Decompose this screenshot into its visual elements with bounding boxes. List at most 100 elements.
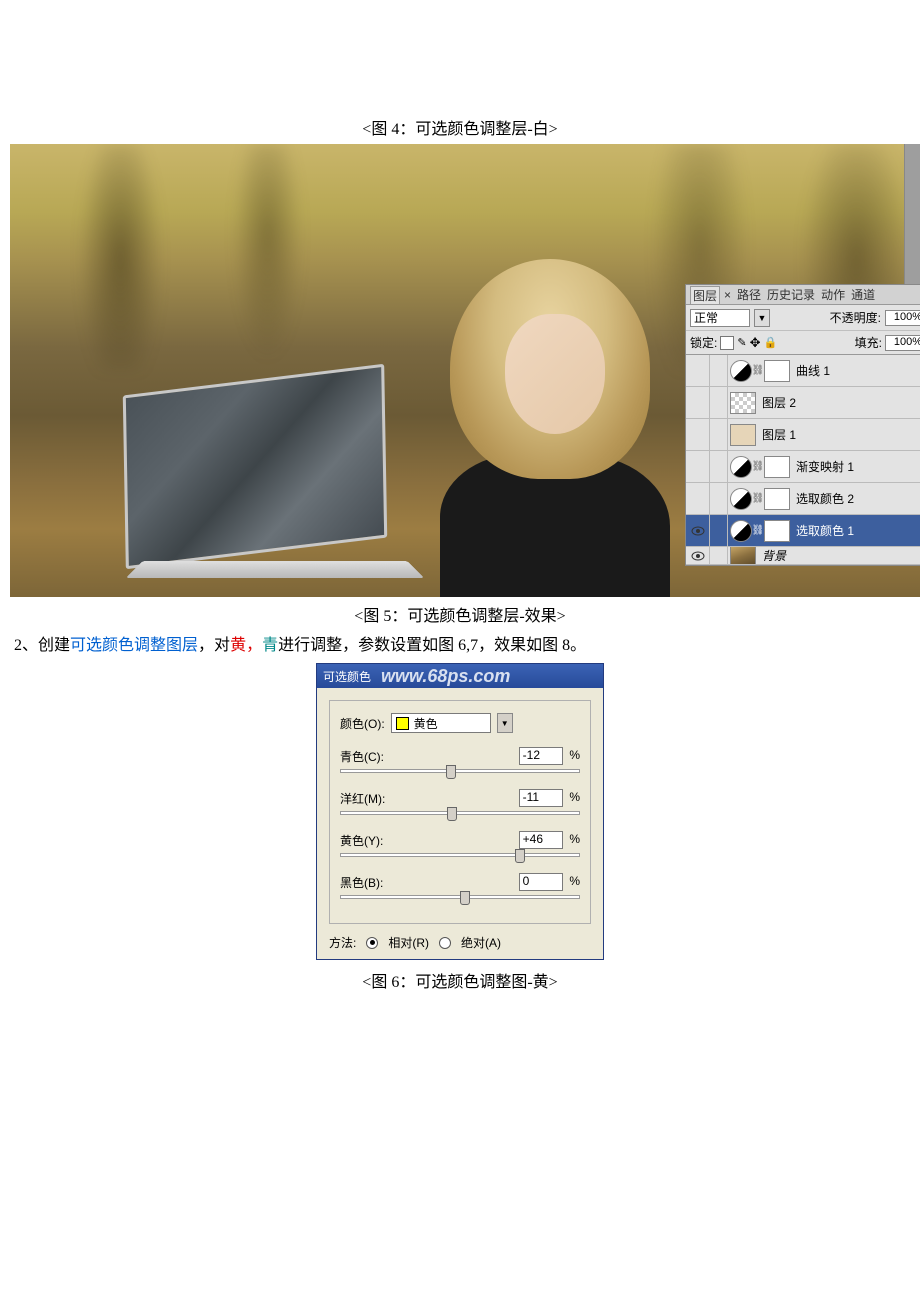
adjustment-icon	[730, 520, 752, 542]
visibility-toggle[interactable]	[686, 419, 710, 451]
lock-label: 锁定:	[690, 334, 717, 351]
radio-absolute[interactable]	[439, 937, 451, 949]
cyan-slider[interactable]	[340, 769, 580, 773]
layer-name[interactable]: 图层 2	[758, 394, 920, 411]
adjustment-icon	[730, 456, 752, 478]
lock-all-icon[interactable]: 🔒	[763, 336, 777, 349]
layer-name[interactable]: 曲线 1	[792, 362, 920, 379]
lock-fill-row: 锁定: ✎ ✥ 🔒 填充: 100%	[686, 331, 920, 355]
blend-dropdown-icon[interactable]: ▼	[754, 309, 770, 327]
visibility-toggle[interactable]	[686, 547, 710, 565]
radio-relative[interactable]	[366, 937, 378, 949]
layer-mask-thumb[interactable]	[764, 520, 790, 542]
layer-row-selcolor2[interactable]: ⛓ 选取颜色 2	[686, 483, 920, 515]
visibility-toggle[interactable]	[686, 483, 710, 515]
dialog-watermark: www.68ps.com	[381, 666, 510, 687]
pct: %	[569, 874, 580, 888]
pct: %	[569, 748, 580, 762]
eye-icon	[691, 551, 705, 561]
method-row: 方法: 相对(R) 绝对(A)	[329, 934, 591, 951]
layer-thumb[interactable]	[730, 392, 756, 414]
panel-tabs: 图层 × 路径 历史记录 动作 通道	[686, 285, 920, 305]
visibility-toggle[interactable]	[686, 355, 710, 387]
layer-thumb[interactable]	[730, 547, 756, 565]
blend-mode-select[interactable]: 正常	[690, 309, 750, 327]
blend-opacity-row: 正常 ▼ 不透明度: 100%	[686, 305, 920, 331]
slider-thumb-icon[interactable]	[460, 891, 470, 905]
mask-link-icon: ⛓	[754, 520, 762, 542]
slider-thumb-icon[interactable]	[446, 765, 456, 779]
black-label: 黑色(B):	[340, 874, 383, 891]
tab-paths[interactable]: 路径	[735, 286, 763, 303]
color-value: 黄色	[414, 715, 438, 732]
step-m2: 进行调整，参数设置如图 6,7，效果如图 8。	[278, 637, 586, 654]
relative-label: 相对(R)	[388, 934, 429, 951]
cyan-slider-group: 青色(C): -12 %	[340, 747, 580, 773]
color-label: 颜色(O):	[340, 715, 385, 732]
visibility-toggle[interactable]	[686, 515, 710, 547]
layers-panel: 图层 × 路径 历史记录 动作 通道 正常 ▼ 不透明度: 100% 锁定: ✎…	[685, 284, 920, 566]
yellow-label: 黄色(Y):	[340, 832, 383, 849]
layer-mask-thumb[interactable]	[764, 456, 790, 478]
cyan-label: 青色(C):	[340, 748, 384, 765]
result-figure: www.68ps.com 图层 × 路径 历史记录 动作 通道 正常 ▼ 不透明…	[10, 144, 920, 597]
magenta-input[interactable]: -11	[519, 789, 563, 807]
layer-name[interactable]: 图层 1	[758, 426, 920, 443]
color-select-row: 颜色(O): 黄色 ▼	[340, 713, 580, 733]
yellow-slider-group: 黄色(Y): +46 %	[340, 831, 580, 857]
figure-5-caption: <图 5：可选颜色调整层-效果>	[10, 602, 910, 626]
lock-brush-icon[interactable]: ✎	[737, 336, 746, 349]
visibility-toggle[interactable]	[686, 451, 710, 483]
slider-thumb-icon[interactable]	[447, 807, 457, 821]
layer-name[interactable]: 背景	[758, 547, 920, 564]
layer-row-background[interactable]: 背景	[686, 547, 920, 565]
lock-transparent-icon[interactable]	[720, 336, 734, 350]
layer-mask-thumb[interactable]	[764, 360, 790, 382]
opacity-input[interactable]: 100%	[885, 310, 920, 326]
layer-row-layer2[interactable]: 图层 2	[686, 387, 920, 419]
slider-thumb-icon[interactable]	[515, 849, 525, 863]
pct: %	[569, 790, 580, 804]
tab-channels[interactable]: 通道	[849, 286, 877, 303]
dropdown-arrow-icon[interactable]: ▼	[497, 713, 513, 733]
color-dropdown[interactable]: 黄色	[391, 713, 491, 733]
magenta-label: 洋红(M):	[340, 790, 385, 807]
mask-link-icon: ⛓	[754, 488, 762, 510]
figure-4-caption: <图 4：可选颜色调整层-白>	[10, 115, 910, 139]
layer-row-layer1[interactable]: 图层 1	[686, 419, 920, 451]
mask-link-icon: ⛓	[754, 456, 762, 478]
layer-name[interactable]: 渐变映射 1	[792, 458, 920, 475]
yellow-slider[interactable]	[340, 853, 580, 857]
visibility-toggle[interactable]	[686, 387, 710, 419]
layer-row-curves1[interactable]: ⛓ 曲线 1	[686, 355, 920, 387]
tab-actions[interactable]: 动作	[819, 286, 847, 303]
layer-row-gradmap1[interactable]: ⛓ 渐变映射 1	[686, 451, 920, 483]
adjustment-icon	[730, 488, 752, 510]
photo-laptop	[125, 379, 415, 584]
step-number: 2、	[14, 637, 38, 654]
cyan-input[interactable]: -12	[519, 747, 563, 765]
tab-layers[interactable]: 图层	[690, 286, 720, 304]
selective-color-dialog: 可选颜色 www.68ps.com 颜色(O): 黄色 ▼ 青色(C): -12…	[316, 663, 604, 960]
layer-thumb[interactable]	[730, 424, 756, 446]
figure-6-caption: <图 6：可选颜色调整图-黄>	[10, 968, 910, 992]
step-m1: ，对	[198, 637, 230, 654]
tab-history[interactable]: 历史记录	[765, 286, 817, 303]
lock-move-icon[interactable]: ✥	[750, 335, 761, 351]
layer-name[interactable]: 选取颜色 2	[792, 490, 920, 507]
opacity-label: 不透明度:	[830, 309, 881, 326]
black-slider[interactable]	[340, 895, 580, 899]
layer-name[interactable]: 选取颜色 1	[792, 522, 920, 539]
eye-icon	[691, 526, 705, 536]
adjustment-icon	[730, 360, 752, 382]
step-pre: 创建	[38, 637, 70, 654]
yellow-input[interactable]: +46	[519, 831, 563, 849]
step-cyan: 青	[262, 637, 278, 654]
black-input[interactable]: 0	[519, 873, 563, 891]
dialog-title-text: 可选颜色	[323, 668, 371, 685]
method-label: 方法:	[329, 934, 356, 951]
magenta-slider[interactable]	[340, 811, 580, 815]
fill-input[interactable]: 100%	[885, 335, 920, 351]
layer-row-selcolor1[interactable]: ⛓ 选取颜色 1	[686, 515, 920, 547]
layer-mask-thumb[interactable]	[764, 488, 790, 510]
